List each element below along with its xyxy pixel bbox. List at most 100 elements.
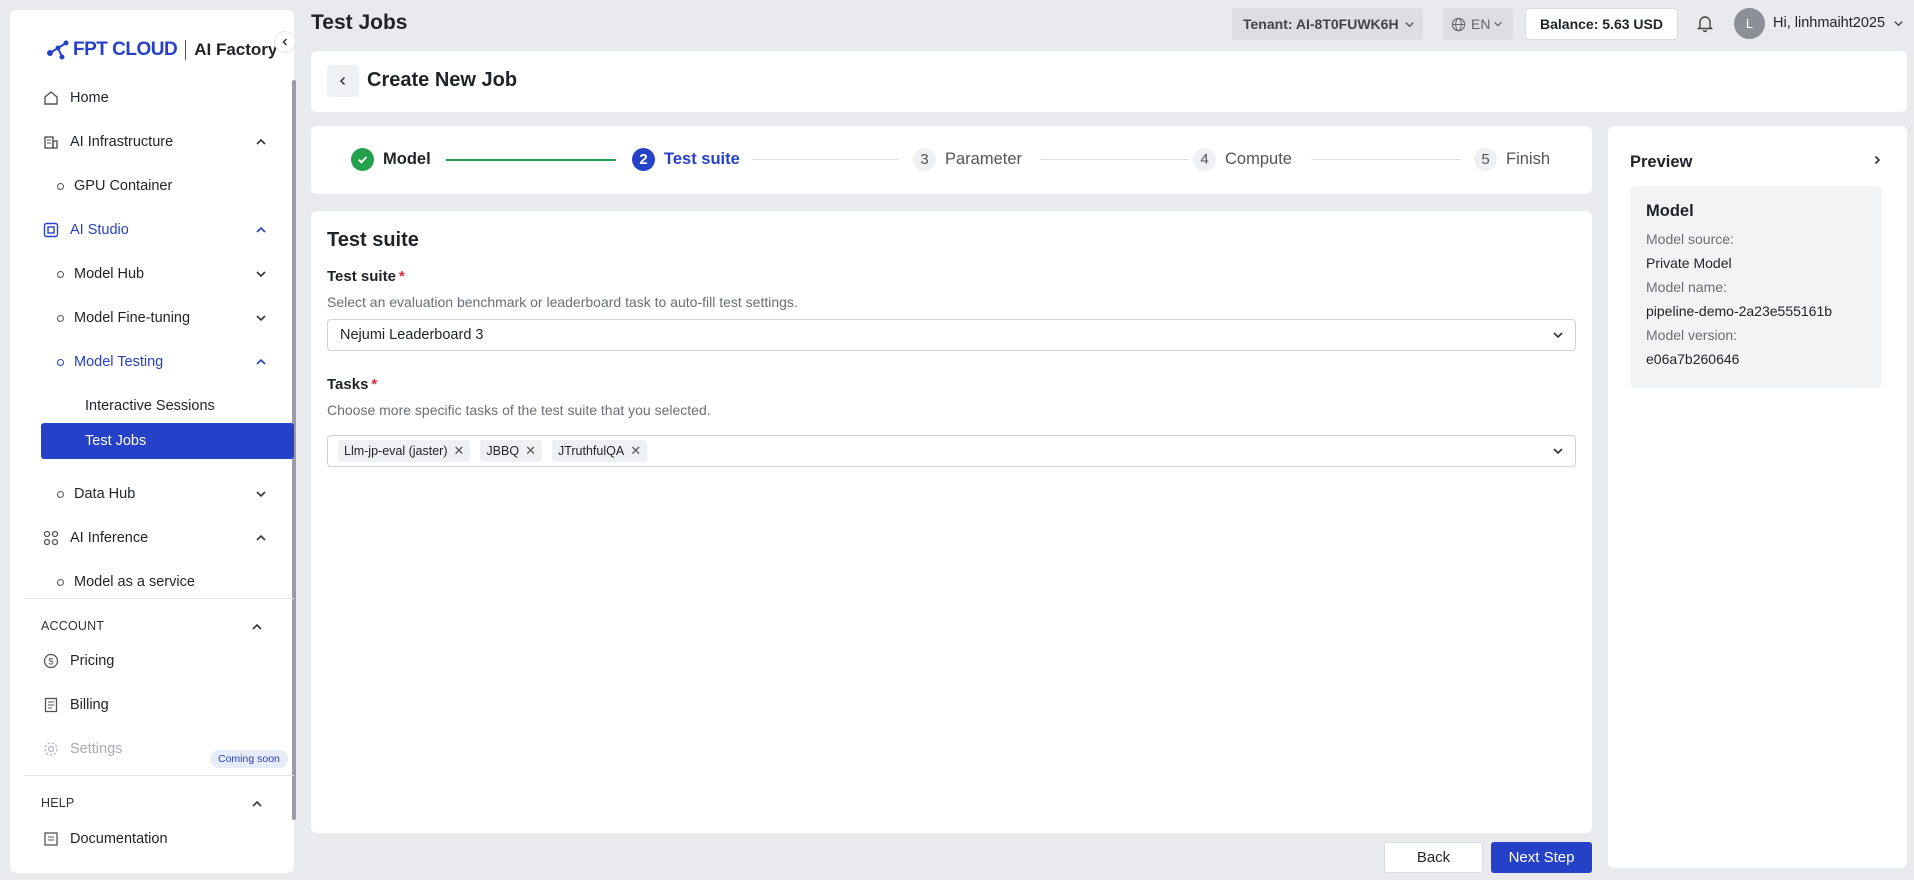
section-title-account: ACCOUNT: [41, 619, 105, 633]
network-logo-icon: [47, 40, 69, 60]
chevron-up-icon: [256, 226, 266, 233]
chevron-down-icon: [1894, 20, 1903, 26]
sidebar-item-ai-infrastructure[interactable]: AI Infrastructure: [30, 124, 282, 160]
sidebar-item-home[interactable]: Home: [30, 80, 282, 116]
bullet-icon: [57, 358, 64, 366]
chevron-down-icon: [1404, 21, 1414, 27]
sidebar-item-documentation[interactable]: Documentation: [30, 821, 282, 857]
tag-label: JTruthfulQA: [557, 444, 625, 458]
language-label: EN: [1471, 16, 1491, 32]
step-test-suite[interactable]: 2 Test suite: [632, 148, 740, 171]
tasks-help: Choose more specific tasks of the test s…: [327, 402, 711, 418]
tenant-selector[interactable]: Tenant: AI-8T0FUWK6H: [1232, 8, 1423, 40]
sidebar-item-interactive-sessions[interactable]: Interactive Sessions: [30, 388, 282, 424]
step-parameter[interactable]: 3 Parameter: [913, 148, 1022, 171]
back-button[interactable]: Back: [1384, 842, 1483, 873]
sidebar-collapse-button[interactable]: [274, 31, 296, 53]
test-suite-select[interactable]: Nejumi Leaderboard 3: [327, 319, 1576, 351]
model-version-value: e06a7b260646: [1646, 351, 1740, 367]
preview-model-box: Model Model source: Private Model Model …: [1630, 186, 1882, 388]
required-marker: *: [371, 376, 378, 393]
chevron-up-icon[interactable]: [250, 797, 264, 811]
bullet-icon: [57, 182, 64, 190]
chevron-right-icon[interactable]: [1871, 154, 1883, 166]
sidebar-item-label: Model Hub: [74, 266, 145, 282]
sidebar-item-label: Model Fine-tuning: [74, 310, 191, 326]
model-name-label: Model name:: [1646, 279, 1727, 295]
chevron-down-icon: [1553, 332, 1563, 339]
sidebar-item-gpu-container[interactable]: GPU Container: [30, 168, 282, 204]
step-model[interactable]: Model: [351, 148, 431, 171]
avatar[interactable]: L: [1734, 8, 1765, 39]
tasks-multiselect[interactable]: Llm-jp-eval (jaster) ✕ JBBQ ✕ JTruthfulQ…: [327, 435, 1576, 467]
step-number: 5: [1474, 148, 1497, 171]
coming-soon-badge: Coming soon: [210, 750, 288, 768]
select-value: Nejumi Leaderboard 3: [340, 327, 484, 343]
sidebar-item-test-jobs[interactable]: Test Jobs: [41, 423, 294, 459]
task-tag: Llm-jp-eval (jaster) ✕: [338, 440, 471, 462]
sidebar-item-model-hub[interactable]: Model Hub: [30, 256, 282, 292]
step-label: Model: [383, 150, 431, 168]
chevron-down-icon: [1494, 21, 1503, 27]
sidebar-item-model-fine-tuning[interactable]: Model Fine-tuning: [30, 300, 282, 336]
chevron-up-icon[interactable]: [250, 620, 264, 634]
document-icon: [42, 830, 60, 848]
sidebar-item-pricing[interactable]: $ Pricing: [30, 643, 282, 679]
sidebar-item-label: Pricing: [70, 653, 115, 669]
step-connector: [1311, 159, 1461, 160]
sidebar-item-label: GPU Container: [74, 178, 173, 194]
user-greeting[interactable]: Hi, linhmaiht2025: [1773, 15, 1904, 31]
next-step-button[interactable]: Next Step: [1491, 842, 1592, 873]
building-icon: [42, 133, 60, 151]
chevron-down-icon: [1553, 448, 1563, 455]
sidebar-divider: [24, 775, 294, 776]
sidebar-item-ai-inference[interactable]: AI Inference: [30, 520, 282, 556]
sidebar-item-model-as-service[interactable]: Model as a service: [30, 564, 282, 600]
tenant-label: Tenant: AI-8T0FUWK6H: [1243, 16, 1399, 32]
product-name: AI Factory: [194, 40, 278, 59]
model-source-label: Model source:: [1646, 231, 1734, 247]
remove-tag-icon[interactable]: ✕: [454, 443, 465, 459]
dollar-circle-icon: $: [42, 652, 60, 670]
step-compute[interactable]: 4 Compute: [1193, 148, 1292, 171]
sidebar-item-label: Model Testing: [74, 354, 164, 370]
remove-tag-icon[interactable]: ✕: [525, 443, 536, 459]
sidebar-item-label: Data Hub: [74, 486, 136, 502]
sidebar-item-data-hub[interactable]: Data Hub: [30, 476, 282, 512]
home-icon: [42, 89, 60, 107]
gear-icon: [42, 740, 60, 758]
sidebar-item-label: Test Jobs: [85, 433, 147, 449]
chevron-down-icon: [256, 491, 266, 498]
brand-separator: [185, 40, 187, 60]
sidebar-item-label: Model as a service: [74, 574, 195, 590]
sidebar-item-billing[interactable]: Billing: [30, 687, 282, 723]
sidebar-item-label: Settings: [70, 741, 123, 757]
sidebar-item-label: Home: [70, 90, 109, 106]
remove-tag-icon[interactable]: ✕: [630, 443, 641, 459]
sidebar-item-model-testing[interactable]: Model Testing: [30, 344, 282, 380]
test-suite-help: Select an evaluation benchmark or leader…: [327, 294, 798, 310]
tag-label: JBBQ: [486, 444, 520, 458]
step-label: Test suite: [664, 150, 740, 168]
task-tag: JTruthfulQA ✕: [551, 440, 648, 462]
preview-section-title: Model: [1646, 202, 1694, 220]
brand[interactable]: FPT CLOUD AI Factory: [46, 38, 277, 62]
step-connector: [753, 159, 898, 160]
balance-display[interactable]: Balance: 5.63 USD: [1525, 8, 1678, 40]
step-number: 4: [1193, 148, 1216, 171]
page-header: Create New Job: [311, 51, 1907, 112]
section-title-help: HELP: [41, 796, 75, 810]
sidebar-item-ai-studio[interactable]: AI Studio: [30, 212, 282, 248]
form-title: Test suite: [327, 229, 419, 251]
chevron-down-icon: [256, 271, 266, 278]
step-label: Parameter: [945, 150, 1023, 168]
bell-icon[interactable]: [1695, 13, 1715, 33]
model-version-label: Model version:: [1646, 327, 1738, 343]
language-selector[interactable]: EN: [1443, 8, 1513, 40]
step-finish[interactable]: 5 Finish: [1474, 148, 1550, 171]
apps-grid-icon: [42, 529, 60, 547]
sidebar-item-label: Documentation: [70, 831, 168, 847]
chevron-up-icon: [256, 534, 266, 541]
back-arrow-button[interactable]: [327, 65, 359, 97]
sidebar-item-label: AI Infrastructure: [70, 134, 174, 150]
